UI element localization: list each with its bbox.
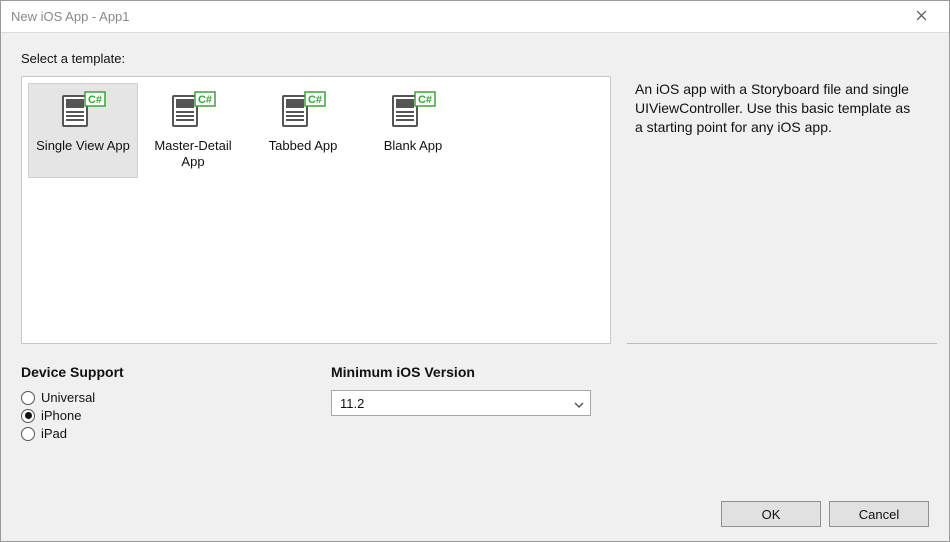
titlebar: New iOS App - App1 <box>1 1 949 33</box>
template-grid: C# Single View App <box>28 83 468 178</box>
device-support-group: Device Support Universal iPhone iPad <box>21 364 271 444</box>
radio-ipad[interactable]: iPad <box>21 426 271 441</box>
svg-text:C#: C# <box>88 94 102 106</box>
prompt-label: Select a template: <box>21 51 929 66</box>
template-label: Blank App <box>384 138 443 154</box>
svg-text:C#: C# <box>198 94 212 106</box>
csharp-app-icon: C# <box>389 90 437 130</box>
template-label: Tabbed App <box>269 138 338 154</box>
min-ios-select[interactable]: 11.2 <box>331 390 591 416</box>
cancel-button[interactable]: Cancel <box>829 501 929 527</box>
dialog-window: New iOS App - App1 Select a template: <box>0 0 950 542</box>
radio-universal[interactable]: Universal <box>21 390 271 405</box>
close-button[interactable] <box>901 1 941 32</box>
svg-text:C#: C# <box>308 94 322 106</box>
svg-text:C#: C# <box>418 94 432 106</box>
separator <box>627 343 937 344</box>
radio-icon <box>21 409 35 423</box>
csharp-app-icon: C# <box>59 90 107 130</box>
radio-iphone[interactable]: iPhone <box>21 408 271 423</box>
ok-button[interactable]: OK <box>721 501 821 527</box>
radio-label: iPad <box>41 426 67 441</box>
template-single-view[interactable]: C# Single View App <box>28 83 138 178</box>
radio-label: iPhone <box>41 408 81 423</box>
button-label: OK <box>762 507 781 522</box>
csharp-app-icon: C# <box>169 90 217 130</box>
dialog-body: Select a template: <box>1 33 949 541</box>
min-ios-title: Minimum iOS Version <box>331 364 591 380</box>
template-master-detail[interactable]: C# Master-Detail App <box>138 83 248 178</box>
chevron-down-icon <box>574 396 584 411</box>
csharp-app-icon: C# <box>279 90 327 130</box>
template-blank[interactable]: C# Blank App <box>358 83 468 178</box>
mid-row: C# Single View App <box>21 76 929 344</box>
radio-icon <box>21 427 35 441</box>
device-support-title: Device Support <box>21 364 271 380</box>
close-icon <box>916 9 927 24</box>
options-row: Device Support Universal iPhone iPad Min… <box>21 364 929 444</box>
template-list: C# Single View App <box>21 76 611 344</box>
button-row: OK Cancel <box>21 487 929 527</box>
window-title: New iOS App - App1 <box>11 9 901 24</box>
radio-icon <box>21 391 35 405</box>
template-label: Master-Detail App <box>143 138 243 169</box>
button-label: Cancel <box>859 507 899 522</box>
min-ios-group: Minimum iOS Version 11.2 <box>331 364 591 444</box>
radio-label: Universal <box>41 390 95 405</box>
template-tabbed[interactable]: C# Tabbed App <box>248 83 358 178</box>
template-description: An iOS app with a Storyboard file and si… <box>635 81 910 135</box>
description-pane: An iOS app with a Storyboard file and si… <box>627 76 929 344</box>
min-ios-value: 11.2 <box>340 396 574 411</box>
template-label: Single View App <box>36 138 130 154</box>
